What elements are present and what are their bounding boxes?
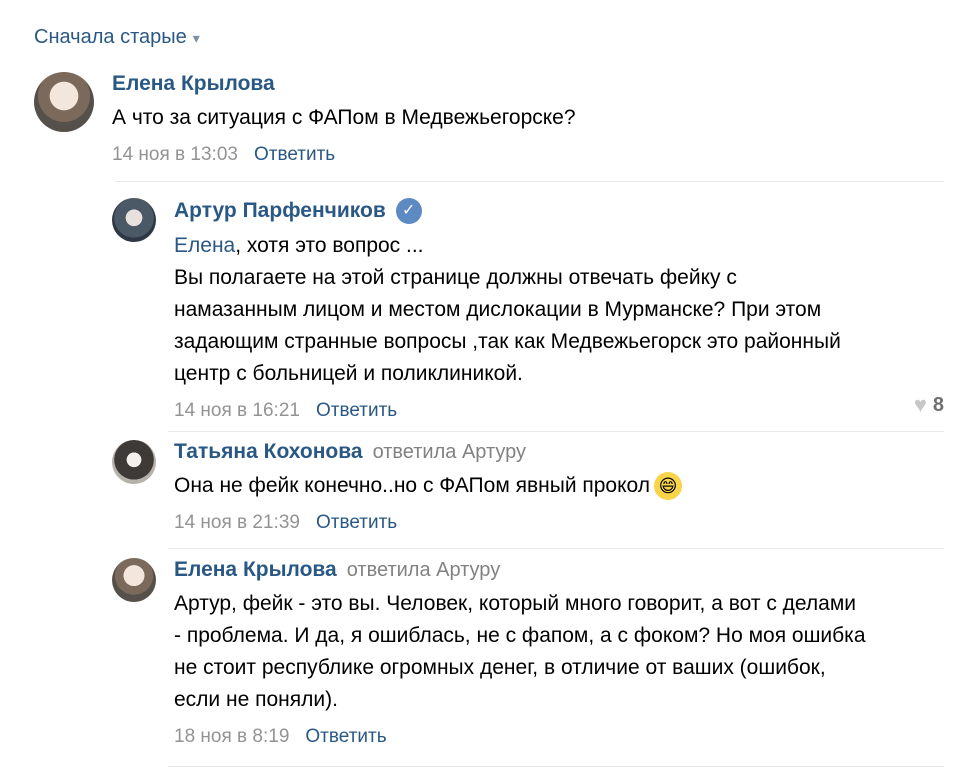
comment-text-body: , хотя это вопрос ... Вы полагаете на эт…: [174, 234, 841, 385]
comment-author[interactable]: Татьяна Кохонова ответила Артуру: [174, 440, 682, 464]
reply-button[interactable]: Ответить: [254, 144, 335, 166]
comment-content: Елена Крылова ответила Артуру Артур, фей…: [174, 558, 866, 748]
likes-count: 8: [932, 393, 944, 416]
comment-text: А что за ситуация с ФАПом в Медвежьегорс…: [112, 106, 576, 129]
heart-icon: ♥: [913, 392, 927, 417]
author-name[interactable]: Елена Крылова: [112, 72, 275, 96]
mention-link[interactable]: Елена: [174, 234, 235, 257]
comment: Елена Крылова ответила Артуру Артур, фей…: [112, 558, 952, 748]
avatar[interactable]: [112, 198, 156, 242]
replied-to[interactable]: ответила Артуру: [373, 441, 526, 464]
reply-button[interactable]: Ответить: [316, 400, 397, 422]
reply-button[interactable]: Ответить: [305, 726, 386, 748]
comment-meta: 14 ноя в 13:03 Ответить: [112, 144, 576, 166]
comment: Елена Крылова А что за ситуация с ФАПом …: [34, 72, 934, 166]
divider: [116, 181, 944, 182]
comment-meta: 14 ноя в 21:39 Ответить: [174, 512, 682, 534]
verified-badge-icon: ✓: [395, 198, 422, 224]
sort-dropdown[interactable]: Сначала старые ▾: [34, 26, 200, 49]
comment-text: Елена, хотя это вопрос ... Вы полагаете …: [174, 230, 841, 390]
comment-content: Елена Крылова А что за ситуация с ФАПом …: [112, 72, 576, 166]
comment-content: Артур Парфенчиков ✓ Елена, хотя это вопр…: [174, 198, 841, 422]
comment-author[interactable]: Артур Парфенчиков ✓: [174, 198, 841, 224]
comment-text: Она не фейк конечно..но с ФАПом явный пр…: [174, 470, 683, 502]
avatar[interactable]: [34, 72, 94, 132]
author-name[interactable]: Татьяна Кохонова: [174, 440, 363, 464]
author-name[interactable]: Елена Крылова: [174, 558, 337, 582]
smile-emoji-icon: 😄: [654, 472, 683, 501]
comment-date[interactable]: 18 ноя в 8:19: [174, 726, 289, 748]
comment-text: Артур, фейк - это вы. Человек, который м…: [174, 592, 866, 711]
comment-text-body: Она не фейк конечно..но с ФАПом явный пр…: [174, 474, 651, 497]
comment-content: Татьяна Кохонова ответила Артуру Она не …: [174, 440, 683, 534]
comment: Артур Парфенчиков ✓ Елена, хотя это вопр…: [112, 198, 952, 422]
comment-date[interactable]: 14 ноя в 21:39: [174, 512, 300, 534]
comment-meta: 14 ноя в 16:21 Ответить: [174, 400, 841, 422]
chevron-down-icon: ▾: [192, 30, 200, 46]
divider: [168, 431, 944, 432]
author-name[interactable]: Артур Парфенчиков: [174, 199, 386, 223]
sort-label: Сначала старые: [34, 26, 187, 48]
avatar[interactable]: [112, 440, 156, 484]
comment-author[interactable]: Елена Крылова: [112, 72, 576, 96]
divider: [168, 766, 944, 767]
comment-author[interactable]: Елена Крылова ответила Артуру: [174, 558, 866, 582]
like-button[interactable]: ♥ 8: [914, 392, 944, 418]
reply-button[interactable]: Ответить: [316, 512, 397, 534]
divider: [168, 548, 944, 549]
replied-to[interactable]: ответила Артуру: [347, 559, 500, 582]
comment-date[interactable]: 14 ноя в 16:21: [174, 400, 300, 422]
comment-date[interactable]: 14 ноя в 13:03: [112, 144, 238, 166]
comment-meta: 18 ноя в 8:19 Ответить: [174, 726, 866, 748]
comment: Татьяна Кохонова ответила Артуру Она не …: [112, 440, 952, 534]
avatar[interactable]: [112, 558, 156, 602]
